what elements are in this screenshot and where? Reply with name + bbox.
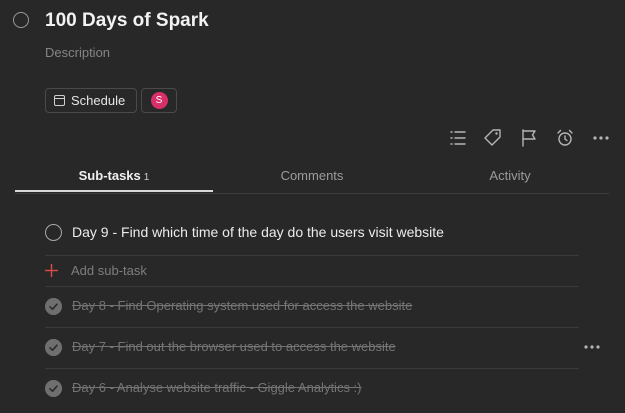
row-more-icon[interactable] [581, 340, 603, 354]
task-complete-checkbox[interactable] [13, 12, 29, 28]
plus-icon [45, 264, 58, 277]
list-icon[interactable] [448, 128, 468, 148]
completed-check-icon[interactable] [45, 298, 62, 315]
tab-sub-tasks-count: 1 [143, 172, 150, 183]
completed-subtask-label: Day 6 - Analyse website traffic - Giggle… [72, 380, 362, 395]
subtask-label: Day 9 - Find which time of the day do th… [72, 224, 444, 240]
description-field[interactable]: Description [45, 45, 110, 60]
assignee-button[interactable]: S [141, 88, 177, 113]
completed-subtask-label: Day 8 - Find Operating system used for a… [72, 298, 413, 313]
tag-icon[interactable] [483, 128, 503, 148]
schedule-button[interactable]: Schedule [45, 88, 137, 113]
task-title[interactable]: 100 Days of Spark [45, 10, 209, 32]
flag-icon[interactable] [519, 128, 539, 148]
tab-sub-tasks-label: Sub-tasks [78, 168, 141, 183]
alarm-icon[interactable] [555, 128, 575, 148]
tab-comments[interactable]: Comments [213, 160, 411, 192]
completed-subtask-row[interactable]: Day 7 - Find out the browser used to acc… [45, 327, 579, 368]
avatar: S [150, 92, 168, 109]
more-icon[interactable] [591, 128, 611, 148]
subtask-row[interactable]: Day 9 - Find which time of the day do th… [45, 221, 579, 256]
task-tabs: Sub-tasks 1 Comments Activity [15, 160, 609, 194]
completed-check-icon[interactable] [45, 339, 62, 356]
completed-subtask-row[interactable]: Day 6 - Analyse website traffic - Giggle… [45, 368, 579, 409]
completed-check-icon[interactable] [45, 380, 62, 397]
completed-subtask-row[interactable]: Day 8 - Find Operating system used for a… [45, 286, 579, 327]
tab-activity[interactable]: Activity [411, 160, 609, 192]
tab-sub-tasks[interactable]: Sub-tasks 1 [15, 160, 213, 192]
add-subtask-label: Add sub-task [71, 263, 147, 278]
completed-subtask-label: Day 7 - Find out the browser used to acc… [72, 339, 396, 354]
subtask-checkbox[interactable] [45, 224, 62, 241]
schedule-label: Schedule [71, 93, 126, 108]
calendar-icon [54, 95, 65, 106]
